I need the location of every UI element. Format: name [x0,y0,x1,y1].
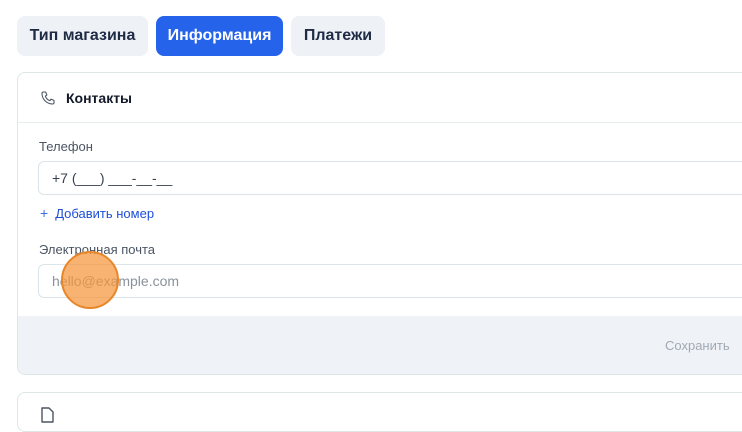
contacts-card: Контакты Телефон +7 (___) ___-__-__ + До… [17,72,742,375]
cursor-indicator [61,251,119,309]
tab-store-type[interactable]: Тип магазина [17,16,148,56]
contacts-card-header: Контакты [18,73,742,123]
add-number-label: Добавить номер [55,205,155,221]
phone-icon [41,91,55,105]
card-footer: Сохранить [18,316,742,374]
contacts-title: Контакты [66,90,133,106]
save-button[interactable]: Сохранить [665,338,730,353]
add-number-link[interactable]: + Добавить номер [40,205,154,221]
next-section-card [17,392,742,432]
phone-label: Телефон [39,139,93,154]
phone-input[interactable]: +7 (___) ___-__-__ [38,161,742,195]
document-icon [41,407,54,423]
tab-information[interactable]: Информация [156,16,283,56]
tab-payments[interactable]: Платежи [291,16,385,56]
email-input[interactable]: hello@example.com [38,264,742,298]
plus-icon: + [40,205,49,221]
